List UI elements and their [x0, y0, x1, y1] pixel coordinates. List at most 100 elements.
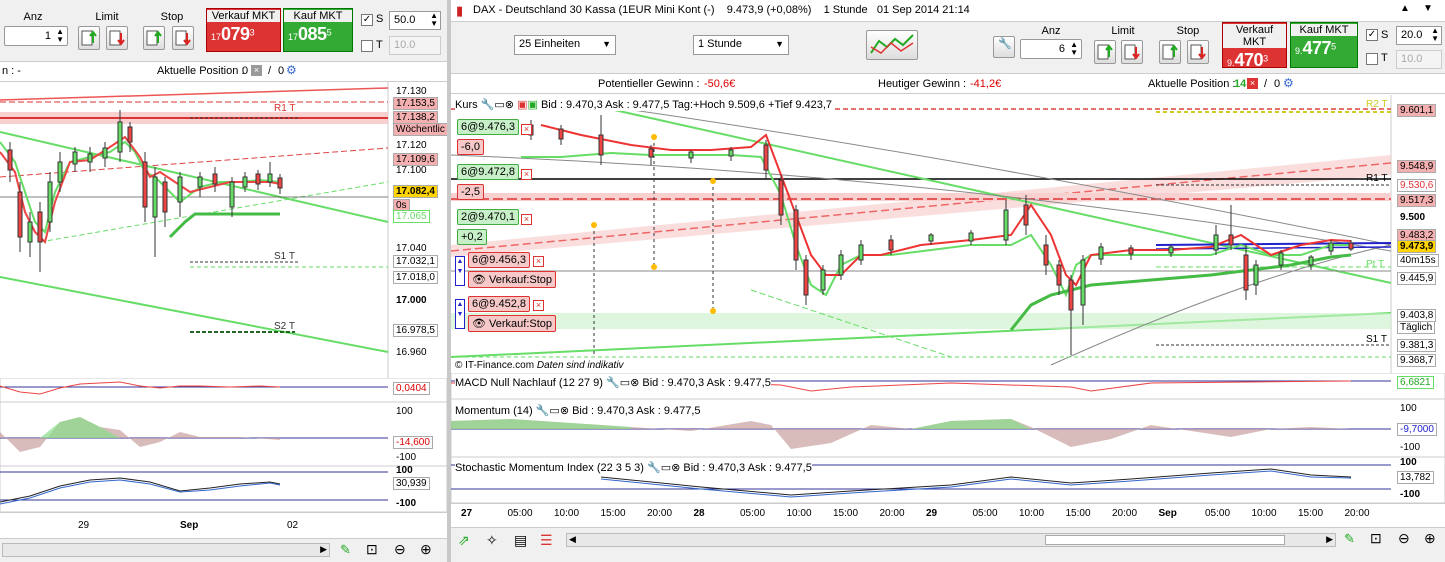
wrench-icon[interactable]: 🔧	[536, 405, 550, 417]
close-position-icon[interactable]: ×	[1247, 78, 1258, 89]
close-position-icon[interactable]: ×	[521, 169, 532, 180]
right-t-label: T	[1381, 52, 1388, 64]
close-position-icon[interactable]: ×	[251, 65, 262, 76]
zoom-out-icon[interactable]: ⊖	[1398, 530, 1410, 547]
right-x-label: 05:00	[972, 508, 998, 519]
close-position-icon[interactable]: ×	[521, 214, 532, 225]
close-icon[interactable]: ⊗	[671, 462, 680, 474]
left-stochastic-panel[interactable]	[0, 466, 447, 512]
close-order-icon[interactable]: ×	[533, 300, 544, 311]
left-mom-axis-label: -100	[396, 452, 417, 463]
wrench-icon[interactable]: 🔧	[647, 462, 661, 474]
left-horizontal-scrollbar[interactable]: ▶	[2, 543, 330, 557]
draw-tool-icon[interactable]: ✎	[1344, 531, 1355, 547]
left-limit-buy-button[interactable]	[78, 26, 100, 50]
buy-order-icon[interactable]: ▣	[527, 99, 537, 111]
right-t-checkbox[interactable]	[1366, 53, 1378, 65]
stop-order-action[interactable]: 👁 Verkauf:Stop	[468, 315, 557, 332]
right-x-label: 28	[693, 508, 705, 519]
position-label[interactable]: 2@9.470,1	[457, 209, 519, 225]
left-stop-buy-button[interactable]	[143, 26, 165, 50]
maximize-icon[interactable]: ▭	[549, 405, 559, 417]
left-limit-label: Limit	[95, 11, 119, 23]
right-limit-buy-button[interactable]	[1094, 40, 1116, 64]
left-sto-value: 30,939	[393, 477, 430, 490]
right-x-label: 05:00	[740, 508, 766, 519]
right-x-label: 15:00	[600, 508, 626, 519]
right-anz-stepper[interactable]: 6 ▲ ▼	[1020, 39, 1082, 59]
indicator-list-icon[interactable]: ☰	[540, 532, 553, 549]
wrench-icon[interactable]: 🔧	[481, 99, 495, 111]
left-macd-panel[interactable]	[0, 378, 447, 402]
sell-order-icon[interactable]: ▣	[517, 99, 527, 111]
scroll-down-icon[interactable]: ▼	[1423, 3, 1433, 14]
scroll-left-icon[interactable]: ◀	[569, 534, 576, 545]
position-label[interactable]: 6@9.472,8	[457, 164, 519, 180]
left-sto-axis-label: 100	[396, 465, 413, 476]
maximize-icon[interactable]: ▭	[620, 377, 630, 389]
settings-gear-icon[interactable]: ⚙	[286, 63, 297, 77]
left-anz-stepper[interactable]: 1 ▲ ▼	[4, 26, 68, 46]
right-price-tag: 9.530,6	[1397, 179, 1437, 192]
document-icon[interactable]: ▤	[514, 532, 527, 549]
right-t-input[interactable]: 10.0	[1396, 50, 1442, 69]
close-icon[interactable]: ⊗	[505, 99, 514, 111]
scroll-up-icon[interactable]: ▲	[1400, 3, 1410, 14]
right-buy-market-button[interactable]: Kauf MKT 9.4775	[1290, 22, 1358, 68]
units-select[interactable]: 25 Einheiten ▼	[514, 35, 616, 55]
scroll-right-icon[interactable]: ▶	[320, 544, 327, 555]
left-momentum-panel[interactable]	[0, 402, 447, 466]
left-t-input[interactable]: 10.0	[389, 36, 441, 55]
right-stop-buy-button[interactable]	[1159, 40, 1181, 64]
left-price-chart[interactable]	[0, 82, 447, 378]
settings-wrench-button[interactable]: 🔧	[993, 36, 1015, 58]
left-limit-sell-button[interactable]	[106, 26, 128, 50]
interval-select[interactable]: 1 Stunde ▼	[693, 35, 789, 55]
left-s-input[interactable]: 50.0 ▲ ▼	[389, 11, 441, 30]
export-icon[interactable]: ⇗	[458, 532, 470, 549]
right-stop-sell-button[interactable]	[1187, 40, 1209, 64]
right-horizontal-scrollbar[interactable]: ◀ ▶	[566, 533, 1336, 547]
scroll-right-icon[interactable]: ▶	[1326, 534, 1333, 545]
close-icon[interactable]: ⊗	[560, 405, 569, 417]
right-x-label: 10:00	[1251, 508, 1277, 519]
right-limit-sell-button[interactable]	[1121, 40, 1143, 64]
left-stop-sell-button[interactable]	[172, 26, 194, 50]
left-t-checkbox[interactable]	[361, 40, 373, 52]
left-sell-market-button[interactable]: Verkauf MKT 170793	[206, 8, 281, 52]
maximize-icon[interactable]: ▭	[494, 99, 504, 111]
stop-order-handle[interactable]: ▲ ▼	[455, 299, 465, 329]
zoom-in-icon[interactable]: ⊕	[1424, 530, 1436, 547]
magic-wand-icon[interactable]: ✧	[486, 532, 498, 549]
right-price-chart[interactable]	[451, 95, 1445, 373]
position-label[interactable]: 6@9.476,3	[457, 119, 519, 135]
close-order-icon[interactable]: ×	[533, 256, 544, 267]
right-s-checkbox[interactable]: ✓	[1366, 29, 1378, 41]
zoom-fit-icon[interactable]: ⊡	[1370, 530, 1382, 547]
zoom-out-icon[interactable]: ⊖	[394, 541, 406, 558]
zoom-in-icon[interactable]: ⊕	[420, 541, 432, 558]
right-position-label: Aktuelle Position :	[1148, 78, 1236, 90]
stop-order-label[interactable]: 6@9.456,3	[468, 252, 530, 268]
left-s1-level: S1 T	[274, 251, 295, 262]
left-s-checkbox[interactable]: ✓	[361, 14, 373, 26]
draw-tool-icon[interactable]: ✎	[340, 542, 351, 558]
zoom-fit-icon[interactable]: ⊡	[366, 541, 378, 558]
scrollbar-thumb[interactable]	[1045, 535, 1285, 545]
chart-type-button[interactable]	[866, 30, 918, 60]
stop-order-action[interactable]: 👁 Verkauf:Stop	[468, 271, 557, 288]
stop-order-handle[interactable]: ▲ ▼	[455, 256, 465, 286]
stop-order-label[interactable]: 6@9.452,8	[468, 296, 530, 312]
wrench-icon[interactable]: 🔧	[606, 377, 620, 389]
left-buy-market-button[interactable]: Kauf MKT 170855	[283, 8, 353, 52]
right-sell-market-button[interactable]: Verkauf MKT 9.4703	[1222, 22, 1287, 70]
momentum-header: Momentum (14) 🔧▭⊗ Bid : 9.470,3 Ask : 9.…	[455, 404, 701, 417]
close-position-icon[interactable]: ×	[521, 124, 532, 135]
right-s-input[interactable]: 20.0 ▲ ▼	[1396, 26, 1442, 45]
left-price-axis-label: 17.120	[396, 140, 427, 151]
chart-icon: ▮	[456, 3, 464, 18]
today-gain-value: -41,2€	[970, 78, 1002, 90]
close-icon[interactable]: ⊗	[630, 377, 639, 389]
settings-gear-icon[interactable]: ⚙	[1283, 76, 1294, 90]
maximize-icon[interactable]: ▭	[661, 462, 671, 474]
